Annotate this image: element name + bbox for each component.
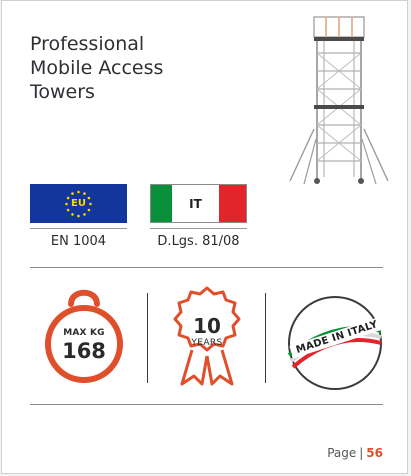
page-number: 56 — [366, 446, 383, 460]
max-load-label: MAX KG — [63, 328, 105, 338]
page-separator: | — [359, 446, 364, 460]
warranty-label: YEARS — [191, 338, 223, 348]
warranty-badge: 10 YEARS — [162, 284, 252, 386]
page-indicator: Page | 56 — [327, 446, 383, 460]
italy-flag-icon: IT — [150, 184, 247, 223]
badge-separator — [265, 293, 266, 383]
norm-eu-label: EN 1004 — [30, 228, 127, 253]
eu-flag-icon: EU — [30, 184, 127, 223]
warranty-value: 10 — [193, 314, 221, 338]
eu-flag-code: EU — [71, 198, 86, 209]
product-title: Professional Mobile Access Towers — [30, 33, 164, 103]
badge-separator — [147, 293, 148, 383]
divider-bottom — [30, 404, 383, 405]
scaffold-tower-image — [289, 16, 389, 185]
made-in-italy-stamp-icon: MADE IN ITALY — [283, 291, 387, 395]
page-label: Page — [327, 446, 357, 460]
product-card: Professional Mobile Access Towers EU IT … — [1, 0, 408, 474]
divider-top — [30, 267, 383, 268]
italy-flag-code: IT — [189, 196, 202, 211]
max-load-badge: MAX KG 168 — [38, 284, 130, 390]
norm-it-label: D.Lgs. 81/08 — [150, 228, 247, 253]
max-load-value: 168 — [62, 339, 106, 363]
